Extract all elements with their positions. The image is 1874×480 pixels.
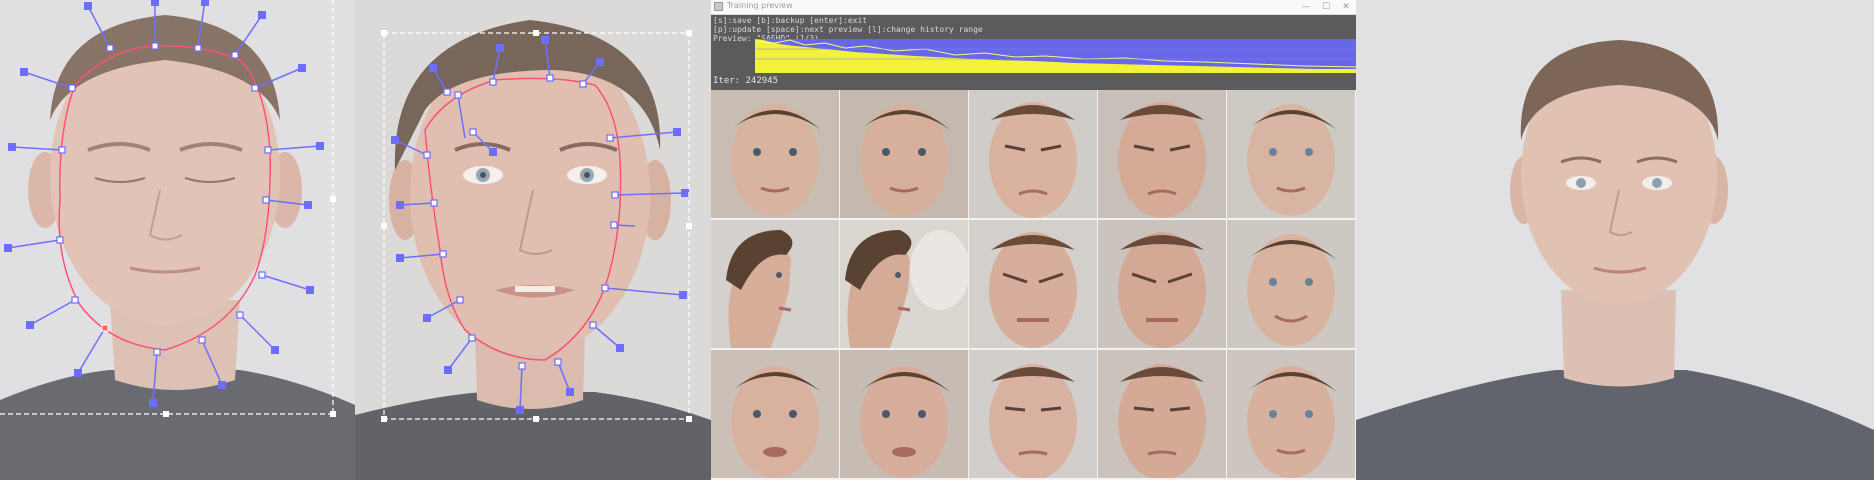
preview-tile — [969, 350, 1097, 478]
window-titlebar: Training preview — ☐ ✕ — [711, 0, 1356, 15]
landmark-editor-center[interactable] — [355, 0, 711, 480]
preview-grid — [711, 90, 1356, 480]
face-photo-left — [0, 0, 355, 480]
preview-tile — [711, 90, 839, 218]
face-photo-right — [1356, 0, 1874, 480]
preview-tile — [840, 90, 968, 218]
preview-tile — [840, 350, 968, 478]
face-photo-center — [355, 0, 711, 480]
preview-tile — [1098, 90, 1226, 218]
preview-tile — [1098, 350, 1226, 478]
preview-tile — [969, 90, 1097, 218]
result-face-panel — [1356, 0, 1874, 480]
preview-tile — [1098, 220, 1226, 348]
landmark-editor-left[interactable] — [0, 0, 355, 480]
console-panel: [s]:save [b]:backup [enter]:exit [p]:upd… — [711, 15, 1356, 90]
iteration-counter: Iter: 242945 — [713, 76, 779, 86]
preview-tile — [1227, 220, 1355, 348]
minimize-icon[interactable]: — — [1296, 0, 1316, 14]
preview-tile — [711, 220, 839, 348]
preview-tile — [840, 220, 968, 348]
preview-tile — [1227, 90, 1355, 218]
training-preview-window: Training preview — ☐ ✕ [s]:save [b]:back… — [711, 0, 1356, 480]
maximize-icon[interactable]: ☐ — [1316, 0, 1336, 14]
window-title: Training preview — [727, 1, 793, 10]
help-line-1: [s]:save [b]:backup [enter]:exit — [713, 16, 868, 25]
help-line-2: [p]:update [space]:next preview [l]:chan… — [713, 25, 983, 34]
app-icon — [714, 2, 723, 11]
preview-tile — [969, 220, 1097, 348]
loss-history-graph — [755, 39, 1356, 73]
loss-series-yellow — [755, 39, 1356, 73]
close-icon[interactable]: ✕ — [1336, 0, 1356, 14]
preview-tile — [1227, 350, 1355, 478]
preview-tile — [711, 350, 839, 478]
